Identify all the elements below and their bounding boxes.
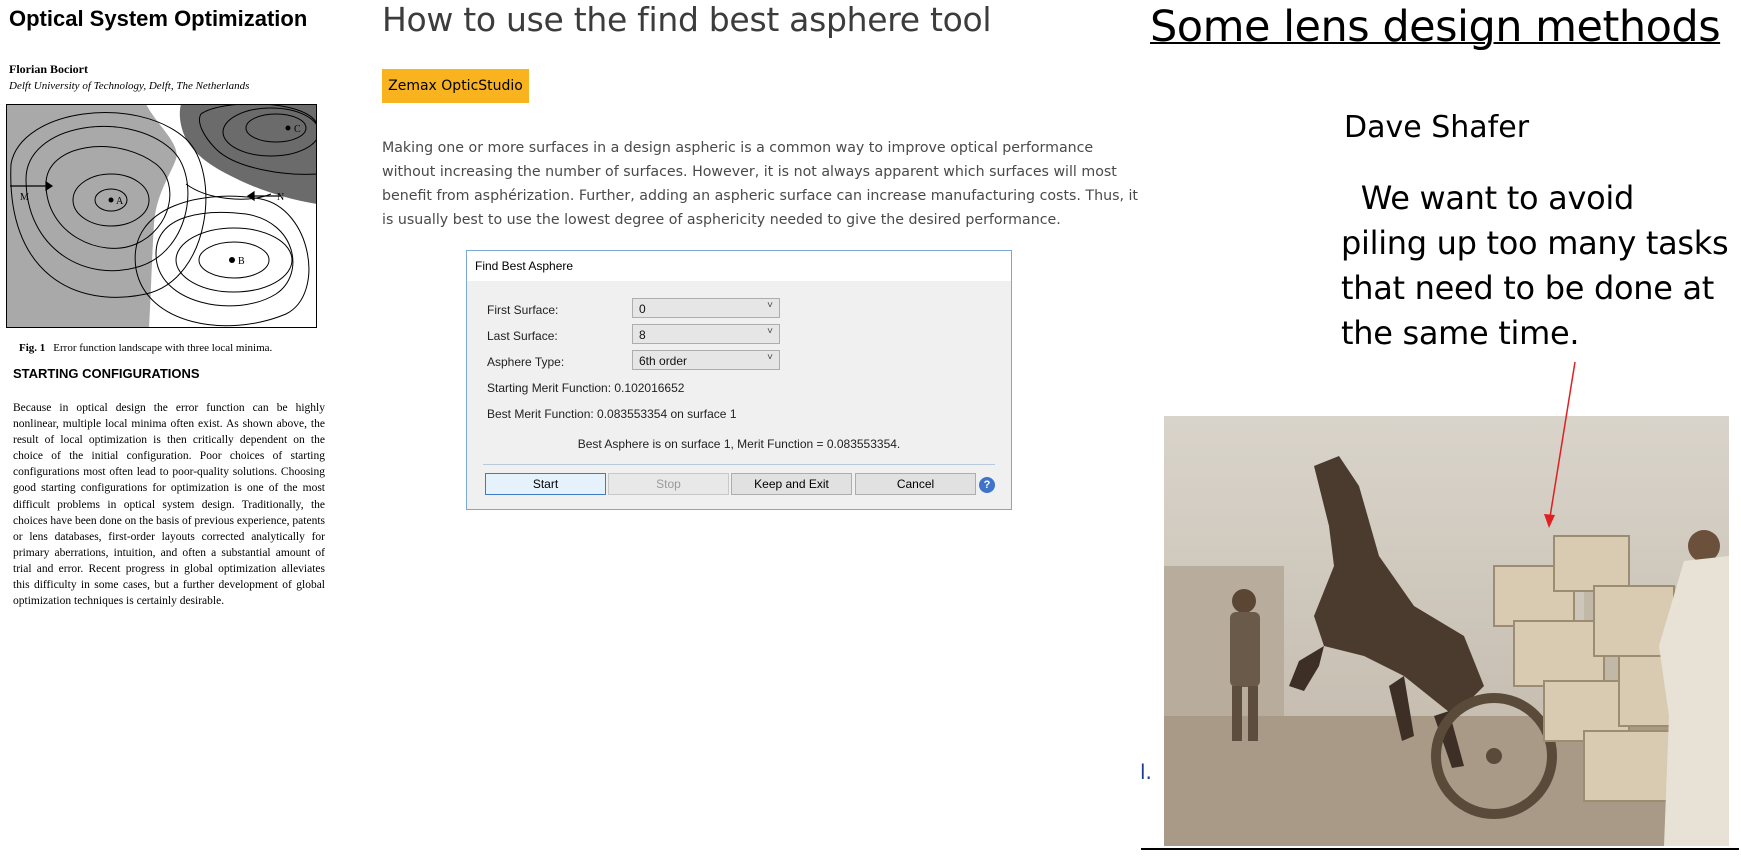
section-heading: STARTING CONFIGURATIONS [13,366,200,381]
article-title: How to use the find best asphere tool [382,0,992,39]
start-button[interactable]: Start [485,473,606,495]
product-tag[interactable]: Zemax OpticStudio [382,69,529,103]
point-label-a: A [116,196,124,207]
result-text: Best Asphere is on surface 1, Merit Func… [577,437,901,451]
best-merit-text: Best Merit Function: 0.083553354 on surf… [487,407,737,421]
paper-author: Florian Bociort [9,62,88,76]
figure-caption: Fig. 1 Error function landscape with thre… [19,342,272,354]
chevron-down-icon: ˅ [767,300,773,311]
chevron-down-icon: ˅ [767,352,773,363]
last-surface-value: 8 [639,328,646,342]
first-surface-label: First Surface: [487,303,559,317]
figure-caption-text: Error function landscape with three loca… [53,342,273,354]
stop-button[interactable]: Stop [608,473,729,495]
slide-quote: We want to avoid piling up too many task… [1341,179,1729,352]
point-label-c: C [294,124,301,135]
last-surface-label: Last Surface: [487,329,558,343]
cancel-button[interactable]: Cancel [855,473,976,495]
point-label-b: B [238,256,245,267]
point-label-n: N [277,192,284,203]
figure-caption-label: Fig. 1 [19,342,46,354]
slide-title: Some lens design methods [1150,2,1721,52]
error-function-figure: M A B C N [6,103,320,328]
dialog-title: Find Best Asphere [475,259,574,273]
find-best-asphere-dialog: Find Best Asphere First Surface: 0 ˅ Las… [466,250,1012,510]
paper-affiliation: Delft University of Technology, Delft, T… [9,80,250,92]
slide-author: Dave Shafer [1344,110,1530,145]
overloaded-donkey-cart-photo [1164,416,1729,846]
chevron-down-icon: ˅ [767,326,773,337]
paper-body-text: Because in optical design the error func… [13,402,325,608]
help-icon[interactable]: ? [979,477,995,493]
dialog-separator [483,464,995,465]
article-paragraph: Making one or more surfaces in a design … [382,140,1138,228]
dialog-titlebar: Find Best Asphere [467,251,1011,281]
starting-merit-text: Starting Merit Function: 0.102016652 [487,381,685,395]
first-surface-value: 0 [639,302,646,316]
paper-title: Optical System Optimization [9,6,308,31]
asphere-type-value: 6th order [639,354,688,368]
slide-text-fragment: l. [1140,760,1152,784]
asphere-type-label: Asphere Type: [487,355,565,369]
first-surface-select[interactable]: 0 ˅ [632,298,780,318]
keep-and-exit-button[interactable]: Keep and Exit [731,473,852,495]
last-surface-select[interactable]: 8 ˅ [632,324,780,344]
slide-divider [1141,848,1739,850]
asphere-type-select[interactable]: 6th order ˅ [632,350,780,370]
point-label-m: M [20,192,29,203]
